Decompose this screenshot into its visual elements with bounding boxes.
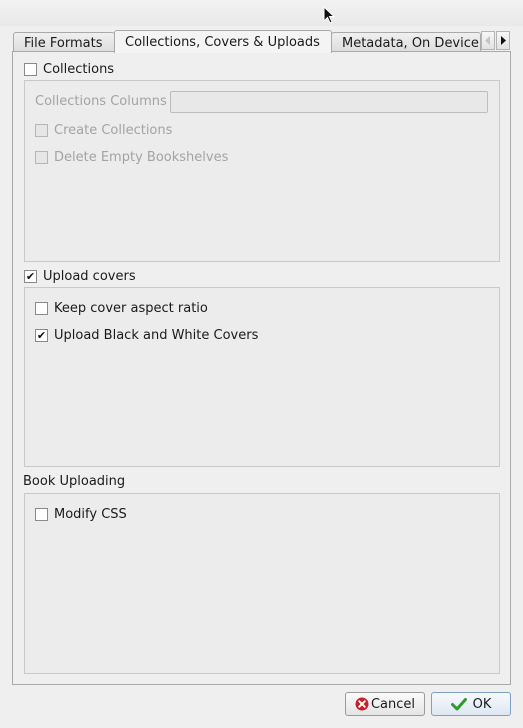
tab-bar: File Formats Collections, Covers & Uploa… (13, 30, 511, 53)
checkmark-icon (450, 697, 467, 711)
modify-css-label: Modify CSS (54, 506, 127, 522)
checkbox-box[interactable]: ✔ (35, 328, 48, 342)
keep-cover-aspect-ratio-label: Keep cover aspect ratio (54, 300, 208, 316)
cancel-label: Cancel (370, 696, 416, 712)
cancel-icon (355, 697, 369, 711)
create-collections-label: Create Collections (54, 122, 173, 138)
checkbox-box[interactable] (35, 150, 48, 164)
ok-label: OK (472, 696, 492, 712)
checkbox-box[interactable]: ✔ (24, 269, 37, 283)
checkbox-box[interactable] (35, 301, 48, 315)
ok-button[interactable]: OK (431, 692, 511, 716)
chevron-left-icon (485, 36, 490, 45)
tab-file-formats[interactable]: File Formats (13, 32, 115, 52)
book-uploading-label: Book Uploading (23, 474, 126, 489)
upload-bw-covers-label: Upload Black and White Covers (54, 327, 259, 343)
tab-metadata-on-device[interactable]: Metadata, On Device (331, 32, 481, 52)
chevron-right-icon (501, 36, 506, 45)
upload-covers-checkbox[interactable]: ✔ Upload covers (24, 267, 136, 285)
checkbox-box[interactable] (35, 123, 48, 137)
tab-scroll-right-button[interactable] (496, 31, 510, 50)
tab-label: Metadata, On Device (342, 36, 479, 51)
collections-columns-label: Collections Columns (35, 94, 167, 109)
keep-cover-aspect-ratio-checkbox[interactable]: Keep cover aspect ratio (35, 299, 208, 317)
collections-columns-input[interactable] (170, 91, 488, 113)
upload-covers-label: Upload covers (43, 268, 136, 284)
delete-empty-bookshelves-label: Delete Empty Bookshelves (54, 149, 229, 165)
tab-scroll-left-button[interactable] (481, 31, 495, 50)
tab-label: File Formats (24, 36, 103, 51)
collections-checkbox[interactable]: Collections (24, 60, 114, 78)
tab-label: Collections, Covers & Uploads (125, 35, 320, 50)
collections-label: Collections (43, 61, 115, 77)
modify-css-checkbox[interactable]: Modify CSS (35, 505, 127, 523)
checkbox-box[interactable] (24, 62, 37, 76)
tab-collections-covers-uploads[interactable]: Collections, Covers & Uploads (114, 30, 332, 53)
create-collections-checkbox[interactable]: Create Collections (35, 121, 172, 139)
cancel-button[interactable]: Cancel (345, 692, 425, 716)
window-top-strip (0, 0, 523, 26)
mouse-cursor-icon (323, 5, 336, 28)
upload-bw-covers-checkbox[interactable]: ✔ Upload Black and White Covers (35, 326, 258, 344)
checkbox-box[interactable] (35, 507, 48, 521)
delete-empty-bookshelves-checkbox[interactable]: Delete Empty Bookshelves (35, 148, 228, 166)
